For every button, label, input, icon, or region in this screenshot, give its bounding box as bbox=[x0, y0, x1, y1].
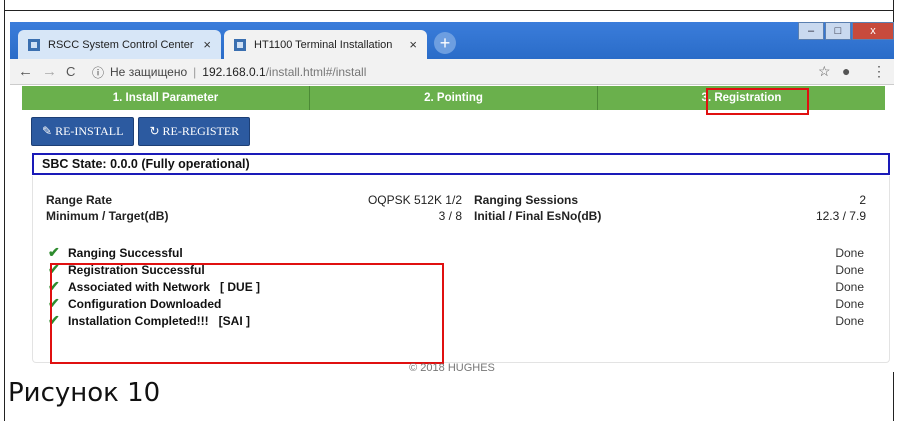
status-done: Done bbox=[835, 297, 864, 311]
tab-strip: RSCC System Control Center × HT1100 Term… bbox=[10, 22, 894, 59]
minimize-button[interactable]: – bbox=[798, 22, 824, 40]
favicon-icon bbox=[234, 38, 246, 51]
new-tab-button[interactable]: + bbox=[434, 32, 456, 54]
tab-title: HT1100 Terminal Installation bbox=[254, 38, 393, 51]
step-pointing[interactable]: 2. Pointing bbox=[310, 86, 598, 110]
ranging-sessions-label: Ranging Sessions bbox=[474, 193, 579, 207]
address-bar: ← → C ⓘ Не защищено | 192.168.0.1 /insta… bbox=[10, 59, 894, 85]
back-arrow-icon[interactable]: ← bbox=[18, 63, 33, 80]
url-separator: | bbox=[193, 65, 197, 79]
window-controls: – □ x bbox=[797, 22, 894, 44]
min-target-label: Minimum / Target(dB) bbox=[46, 209, 169, 223]
esno-label: Initial / Final EsNo(dB) bbox=[474, 209, 602, 223]
reload-icon[interactable]: C bbox=[66, 64, 75, 79]
action-buttons: ✎ RE-INSTALL ↻ RE-REGISTER bbox=[31, 117, 251, 146]
status-done: Done bbox=[835, 263, 864, 277]
esno-value: 12.3 / 7.9 bbox=[815, 209, 866, 223]
figure-caption: Рисунок 10 bbox=[8, 378, 161, 408]
forward-arrow-icon[interactable]: → bbox=[42, 63, 57, 80]
list-item: ✔ Ranging Successful bbox=[48, 244, 183, 261]
min-target-value: 3 / 8 bbox=[438, 209, 462, 223]
close-icon[interactable]: × bbox=[203, 37, 211, 52]
wrench-icon: ✎ bbox=[42, 124, 53, 138]
security-label: Не защищено bbox=[110, 65, 188, 79]
checkmark-icon: ✔ bbox=[48, 244, 60, 260]
status-done: Done bbox=[835, 280, 864, 294]
refresh-icon: ↻ bbox=[149, 124, 160, 138]
url-path: /install.html#/install bbox=[265, 65, 367, 79]
info-icon[interactable]: ⓘ bbox=[92, 64, 104, 81]
reregister-button[interactable]: ↻ RE-REGISTER bbox=[138, 117, 251, 146]
status-done: Done bbox=[835, 314, 864, 328]
account-icon[interactable]: ● bbox=[842, 63, 850, 79]
url-host: 192.168.0.1 bbox=[202, 65, 266, 79]
url-field[interactable]: ⓘ Не защищено | 192.168.0.1 /install.htm… bbox=[92, 63, 366, 81]
status-done: Done bbox=[835, 246, 864, 260]
browser-window: RSCC System Control Center × HT1100 Term… bbox=[10, 22, 894, 374]
close-window-button[interactable]: x bbox=[852, 22, 894, 40]
tab-rscc[interactable]: RSCC System Control Center × bbox=[18, 30, 221, 59]
reinstall-button[interactable]: ✎ RE-INSTALL bbox=[31, 117, 135, 146]
range-rate-label: Range Rate bbox=[46, 193, 113, 207]
reregister-label: RE-REGISTER bbox=[162, 124, 240, 138]
checklist-highlight bbox=[50, 263, 444, 364]
registration-highlight bbox=[706, 88, 809, 115]
sbc-state-header: SBC State: 0.0.0 (Fully operational) bbox=[32, 153, 890, 175]
step-install-parameter[interactable]: 1. Install Parameter bbox=[22, 86, 310, 110]
maximize-button[interactable]: □ bbox=[825, 22, 851, 40]
reinstall-label: RE-INSTALL bbox=[55, 124, 124, 138]
check-label: Ranging Successful bbox=[68, 245, 183, 260]
close-icon[interactable]: × bbox=[409, 37, 417, 52]
favicon-icon bbox=[28, 38, 40, 51]
tab-title: RSCC System Control Center bbox=[48, 38, 194, 51]
tab-terminal-installation[interactable]: HT1100 Terminal Installation × bbox=[224, 30, 427, 59]
ranging-sessions-value: 2 bbox=[859, 193, 866, 207]
footer-copyright: © 2018 HUGHES bbox=[409, 362, 495, 374]
menu-icon[interactable]: ⋮ bbox=[872, 63, 886, 80]
range-rate-value: OQPSK 512K 1/2 bbox=[367, 193, 462, 207]
star-icon[interactable]: ☆ bbox=[818, 63, 831, 80]
document-top-border bbox=[4, 10, 894, 11]
